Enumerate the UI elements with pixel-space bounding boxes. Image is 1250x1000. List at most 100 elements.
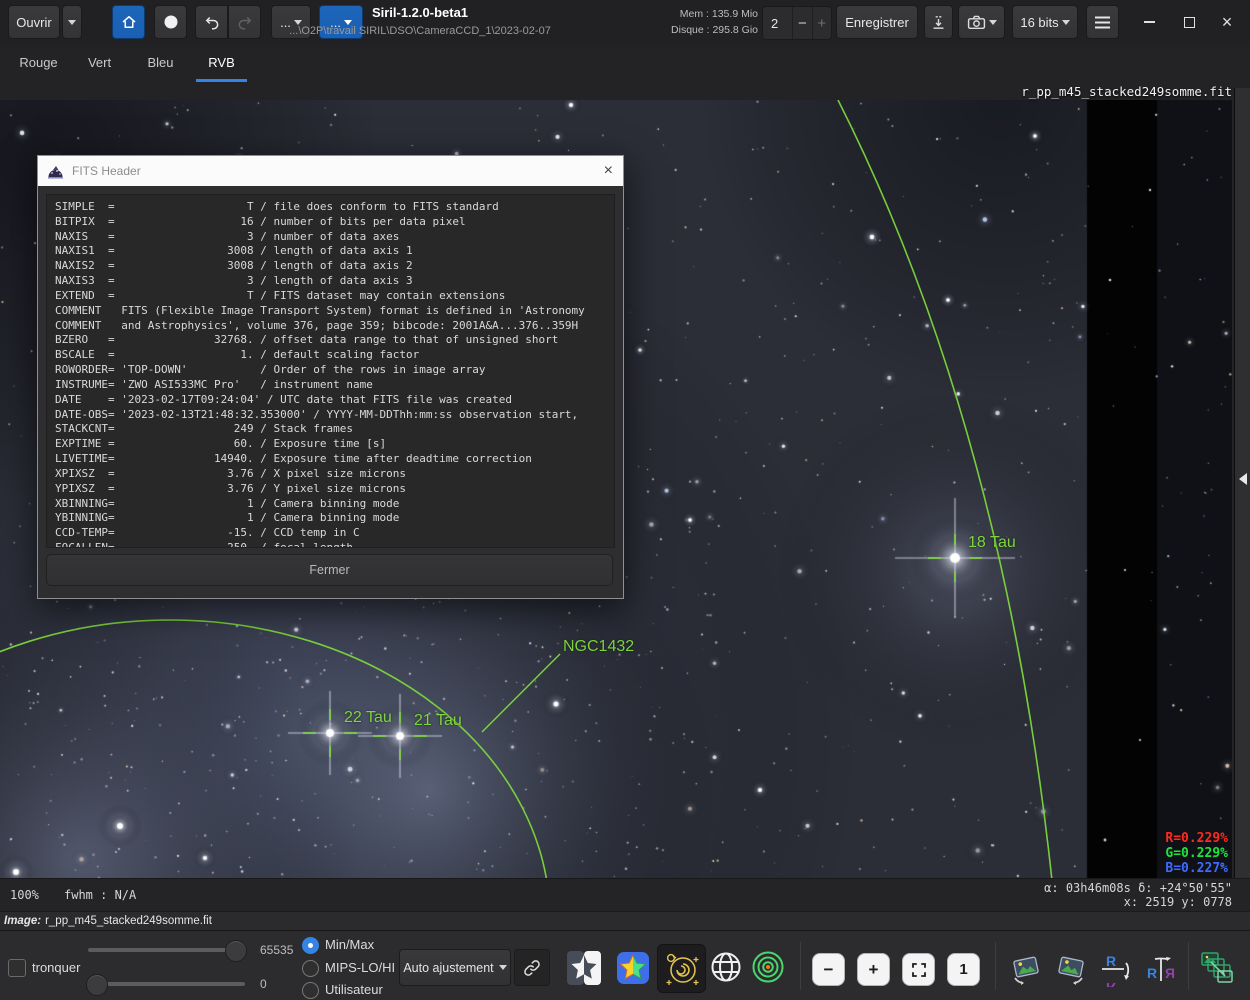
save-button-label: Enregistrer	[845, 14, 909, 30]
spin-minus-button[interactable]: −	[792, 7, 811, 39]
rotate-right-button[interactable]	[1051, 949, 1091, 989]
svg-text:R: R	[1147, 965, 1157, 981]
undo-button[interactable]	[195, 5, 228, 39]
image-stack-icon	[1201, 952, 1233, 983]
save-as-button[interactable]	[924, 5, 953, 39]
main-menu-button[interactable]	[1086, 5, 1119, 39]
radio-mips[interactable]	[302, 960, 319, 977]
color-star-icon	[617, 952, 649, 984]
save-button[interactable]: Enregistrer	[836, 5, 918, 39]
target-icon	[752, 951, 784, 983]
high-cut-handle[interactable]	[225, 940, 247, 962]
image-label: Image:	[4, 915, 42, 927]
zoom-fit-button[interactable]	[902, 953, 935, 986]
fits-text: SIMPLE = T / file does conform to FITS s…	[55, 200, 585, 548]
radio-mips-label: MIPS-LO/HI	[325, 960, 396, 975]
panel-expander-arrow-icon[interactable]	[1239, 473, 1247, 485]
sequence-frames-button[interactable]	[1196, 947, 1238, 989]
tab-label: Vert	[87, 55, 112, 70]
bit-depth-dropdown[interactable]: 16 bits	[1012, 5, 1078, 39]
plus-icon: +	[868, 959, 879, 979]
tab-label: RVB	[208, 55, 235, 70]
high-cut-slider[interactable]	[88, 940, 247, 962]
toolbar-separator	[800, 942, 801, 990]
fits-header-dialog: FITS Header × SIMPLE = T / file does con…	[37, 155, 624, 599]
tab-rouge[interactable]: Rouge	[8, 45, 69, 80]
tab-rvb[interactable]: RVB	[191, 45, 252, 82]
flip-horizontal-button[interactable]: R R	[1141, 949, 1181, 989]
fits-header-textview[interactable]: SIMPLE = T / file does conform to FITS s…	[46, 194, 615, 548]
flip-vertical-icon: R R	[1102, 953, 1130, 987]
rotate-right-icon	[1058, 956, 1084, 985]
zoom-out-button[interactable]: −	[812, 953, 845, 986]
pixel-rgb-readout: R=0.229% G=0.229% B=0.227%	[1165, 831, 1228, 876]
preview-spinbutton[interactable]: 2 − +	[762, 6, 832, 40]
open-button-label: Ouvrir	[16, 14, 52, 30]
link-channels-button[interactable]	[514, 949, 550, 986]
radio-user[interactable]	[302, 982, 319, 999]
restore-icon	[1183, 16, 1195, 28]
radec-coordinates: α: 03h46m08s δ: +24°50'55"	[1044, 881, 1232, 895]
target-selection-button[interactable]	[748, 947, 788, 987]
rotate-left-icon	[1013, 956, 1039, 985]
tab-vert[interactable]: Vert	[69, 45, 130, 80]
tab-label: Rouge	[19, 55, 58, 70]
hamburger-icon	[1095, 16, 1110, 28]
astrometry-button[interactable]	[657, 944, 706, 993]
home-button[interactable]	[112, 5, 145, 39]
window-title-block: Siril-1.2.0-beta1 ...\O2P\travail SIRIL\…	[250, 4, 590, 40]
camera-icon	[967, 15, 985, 30]
fit-view-icon	[911, 962, 926, 977]
chain-link-icon	[524, 959, 540, 976]
bit-depth-label: 16 bits	[1020, 14, 1059, 30]
zoom-in-button[interactable]: +	[857, 953, 890, 986]
working-directory: ...\O2P\travail SIRIL\DSO\CameraCCD_1\20…	[289, 25, 551, 37]
one-to-one-icon: 1	[959, 961, 968, 978]
display-toolbar: tronquer 65535 0 Min/Max MIPS-LO/HI Util…	[0, 930, 1250, 1000]
close-button[interactable]: ×	[1212, 5, 1242, 39]
photometry-star-toggle[interactable]	[610, 945, 656, 991]
negative-view-toggle[interactable]	[561, 945, 607, 991]
dialog-close-icon[interactable]: ×	[604, 163, 613, 179]
flip-vertical-button[interactable]: R R	[1096, 949, 1136, 989]
readout-green: G=0.229%	[1165, 846, 1228, 861]
dialog-titlebar[interactable]: FITS Header ×	[38, 156, 623, 186]
open-button[interactable]: Ouvrir	[8, 5, 60, 39]
window-title: Siril-1.2.0-beta1	[371, 5, 469, 20]
restore-button[interactable]	[1174, 5, 1204, 39]
minimize-button[interactable]	[1134, 5, 1164, 39]
spin-plus-button[interactable]: +	[811, 7, 831, 39]
export-icon	[933, 15, 944, 29]
chevron-down-icon	[988, 19, 997, 25]
zoom-100-button[interactable]: 1	[947, 953, 980, 986]
loaded-image-bar: Image: r_pp_m45_stacked249somme.fit	[0, 911, 1250, 930]
toolbar-separator	[1188, 942, 1189, 990]
readout-red: R=0.229%	[1165, 831, 1228, 846]
status-bar: 100% fwhm : N/A α: 03h46m08s δ: +24°50'5…	[0, 878, 1250, 912]
readout-blue: B=0.227%	[1165, 861, 1228, 876]
truncate-checkbox[interactable]	[8, 959, 26, 977]
spin-value: 2	[771, 15, 779, 31]
tab-label: Bleu	[147, 55, 174, 70]
low-cut-slider[interactable]	[86, 974, 245, 996]
chevron-down-icon	[1061, 19, 1070, 25]
image-filename-overlay: r_pp_m45_stacked249somme.fit	[1021, 84, 1232, 99]
image-name: r_pp_m45_stacked249somme.fit	[45, 915, 212, 927]
radio-user-label: Utilisateur	[325, 982, 383, 997]
globe-icon	[711, 952, 741, 982]
tab-bleu[interactable]: Bleu	[130, 45, 191, 80]
stretch-mode-dropdown[interactable]: Auto ajustement	[399, 949, 511, 986]
zoom-level: 100%	[10, 888, 39, 902]
snapshot-button[interactable]	[958, 5, 1005, 39]
dialog-close-button[interactable]: Fermer	[46, 554, 613, 586]
rotate-left-button[interactable]	[1006, 949, 1046, 989]
galaxy-annotation-icon	[666, 953, 698, 985]
low-cut-handle[interactable]	[86, 974, 108, 996]
radio-minmax[interactable]	[302, 937, 319, 954]
open-dropdown-button[interactable]	[62, 5, 82, 39]
world-coordinates-button[interactable]	[706, 947, 746, 987]
minus-icon: −	[823, 959, 834, 979]
pixel-coordinates: x: 2519 y: 0778	[1123, 895, 1232, 909]
record-button[interactable]	[154, 5, 187, 39]
chevron-down-icon	[68, 19, 76, 25]
